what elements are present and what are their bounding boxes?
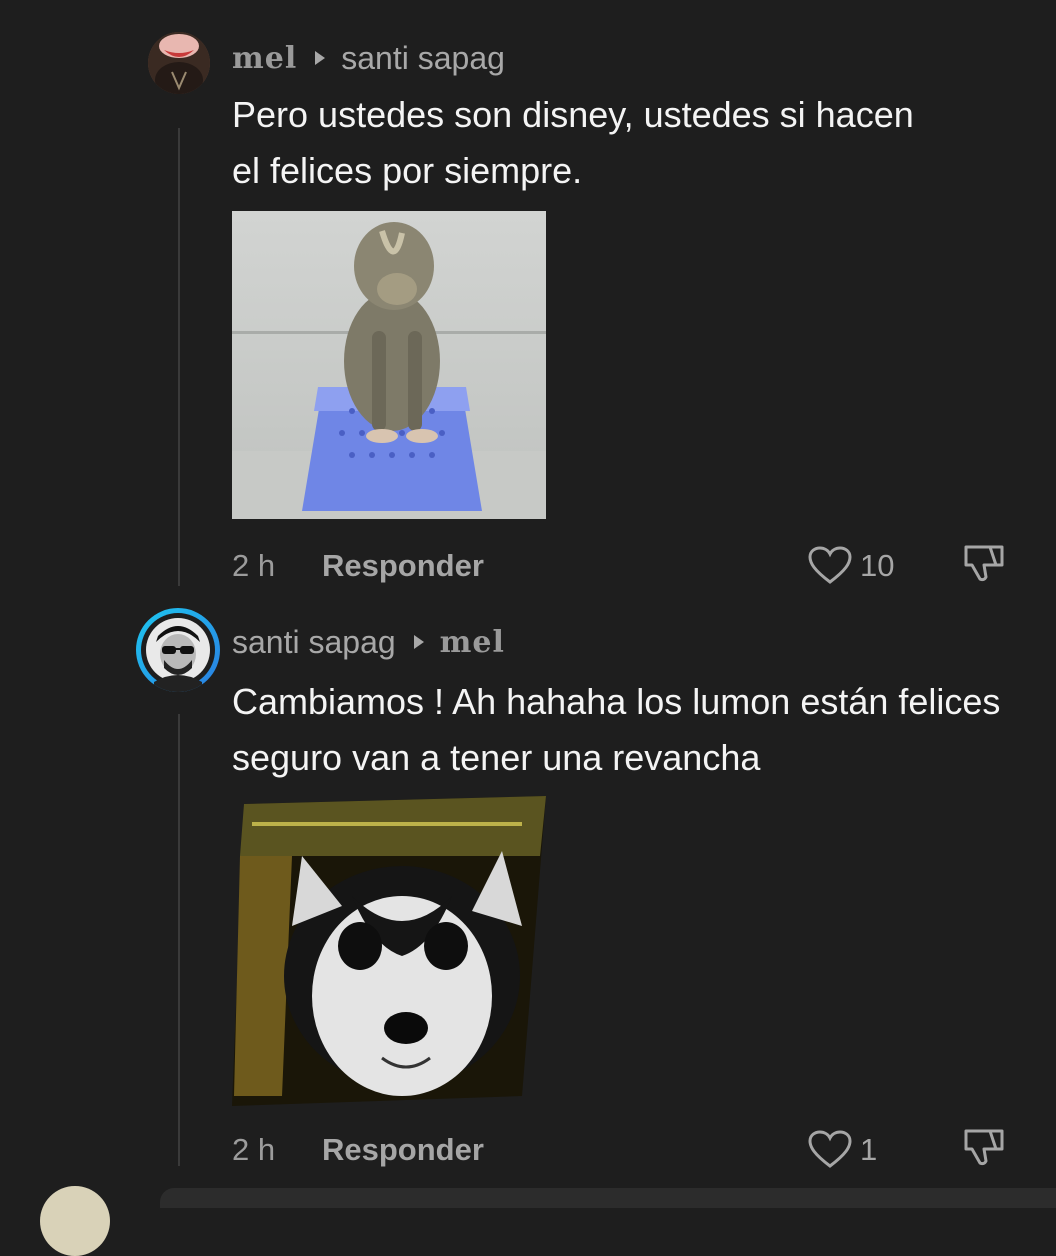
reply-to-name[interactable]: santi sapag (341, 40, 505, 77)
timestamp: 2 h (232, 548, 276, 583)
reply-button[interactable]: Responder (322, 1132, 484, 1168)
comment-text: Pero ustedes son disney, ustedes si hace… (232, 94, 914, 191)
caret-right-icon (315, 51, 326, 65)
dislike-button[interactable] (962, 541, 1006, 591)
comment-gif[interactable] (232, 796, 548, 1106)
caret-right-icon (413, 635, 424, 649)
like-count: 10 (860, 548, 895, 583)
composer-avatar[interactable] (40, 1186, 110, 1256)
heart-icon (808, 1130, 852, 1168)
like-button[interactable]: 1 (808, 1130, 877, 1170)
author-name[interactable]: mel (232, 41, 297, 76)
reply-to-name[interactable]: mel (440, 625, 505, 660)
monkey-gif-image (232, 211, 546, 519)
thumbs-down-icon (964, 545, 1004, 582)
avatar[interactable] (136, 608, 220, 692)
dog-gif-image (232, 796, 546, 1106)
like-count: 1 (860, 1132, 878, 1167)
comment-actions: 2 h Responder 10 (232, 544, 1016, 588)
thread-line (178, 714, 180, 1166)
thumbs-down-icon (964, 1129, 1004, 1166)
comment-text: Cambiamos ! Ah hahaha los lumon están fe… (232, 681, 1001, 778)
avatar[interactable] (148, 32, 210, 94)
avatar-image (148, 32, 210, 94)
comment-header: santi sapag mel (232, 620, 505, 664)
comment-gif[interactable] (232, 211, 546, 519)
comment-input[interactable] (160, 1188, 1056, 1208)
author-name[interactable]: santi sapag (232, 624, 396, 661)
like-button[interactable]: 10 (808, 546, 894, 586)
dislike-button[interactable] (962, 1125, 1006, 1175)
thread-line (178, 128, 180, 586)
avatar-image (146, 618, 210, 692)
timestamp: 2 h (232, 1132, 276, 1167)
comment-actions: 2 h Responder 1 (232, 1128, 1016, 1172)
comment-header: mel santi sapag (232, 36, 505, 80)
heart-icon (808, 546, 852, 584)
reply-button[interactable]: Responder (322, 548, 484, 584)
